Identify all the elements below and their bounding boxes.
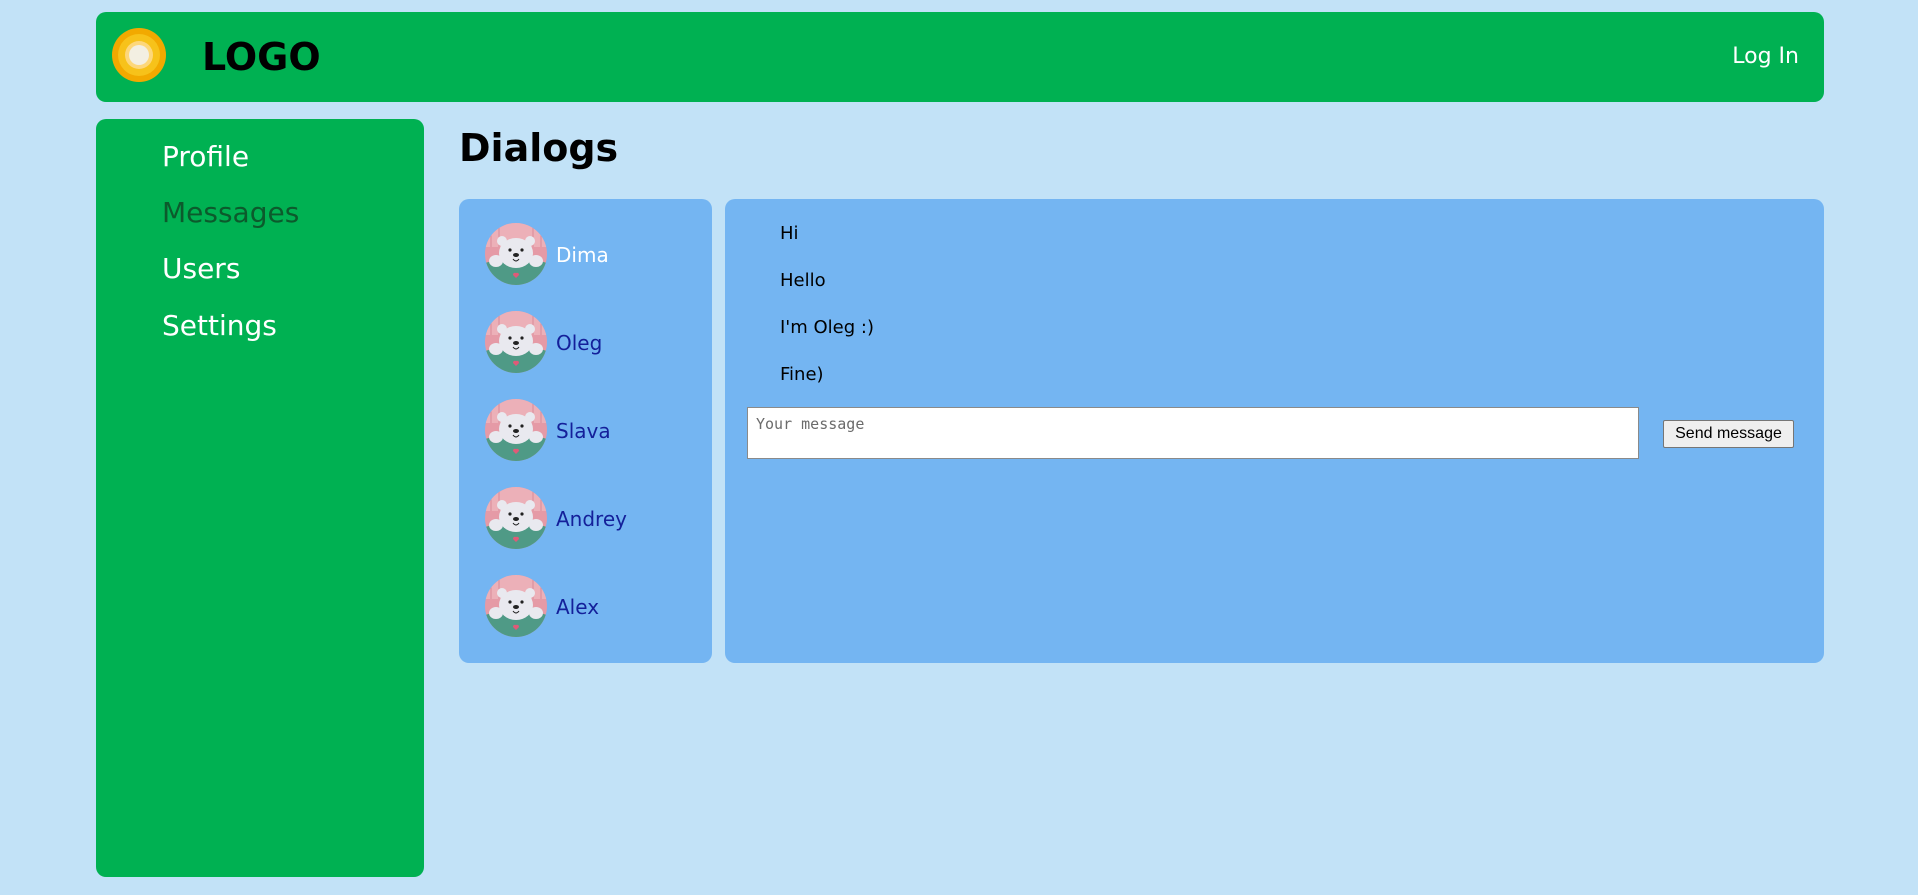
bear-avatar-icon [485, 223, 547, 285]
bear-avatar-icon [485, 487, 547, 549]
dialog-item-slava[interactable]: Slava [485, 399, 705, 463]
messages-panel: Hi Hello I'm Oleg :) Fine) Send message [725, 199, 1824, 663]
logo-icon[interactable] [111, 27, 167, 83]
message-item: Hello [780, 270, 826, 291]
bear-avatar-icon [485, 575, 547, 637]
message-item: Fine) [780, 364, 824, 385]
sidebar-item-settings[interactable]: Settings [162, 309, 277, 343]
header-bar: LOGO Log In [96, 12, 1824, 102]
dialog-name[interactable]: Slava [556, 419, 611, 443]
sidebar-item-messages[interactable]: Messages [162, 196, 299, 230]
send-message-button[interactable]: Send message [1663, 420, 1794, 448]
dialog-item-andrey[interactable]: Andrey [485, 487, 705, 551]
login-link[interactable]: Log In [1732, 43, 1799, 71]
dialog-name[interactable]: Dima [556, 243, 609, 267]
message-input[interactable] [747, 407, 1639, 459]
dialog-name[interactable]: Alex [556, 595, 599, 619]
dialogs-list: Dima Oleg Slava Andrey Alex [459, 199, 712, 663]
logo-text[interactable]: LOGO [202, 34, 321, 80]
sidebar-item-profile[interactable]: Profile [162, 140, 249, 174]
sidebar-nav: Profile Messages Users Settings [96, 119, 424, 877]
message-item: I'm Oleg :) [780, 317, 874, 338]
sidebar-item-users[interactable]: Users [162, 252, 240, 286]
page-title: Dialogs [459, 126, 619, 170]
app-root: LOGO Log In Profile Messages Users Setti… [0, 0, 1918, 895]
message-item: Hi [780, 223, 799, 244]
dialog-item-oleg[interactable]: Oleg [485, 311, 705, 375]
bear-avatar-icon [485, 399, 547, 461]
dialog-name[interactable]: Andrey [556, 507, 627, 531]
dialog-item-dima[interactable]: Dima [485, 223, 705, 287]
bear-avatar-icon [485, 311, 547, 373]
dialog-item-alex[interactable]: Alex [485, 575, 705, 639]
dialog-name[interactable]: Oleg [556, 331, 602, 355]
